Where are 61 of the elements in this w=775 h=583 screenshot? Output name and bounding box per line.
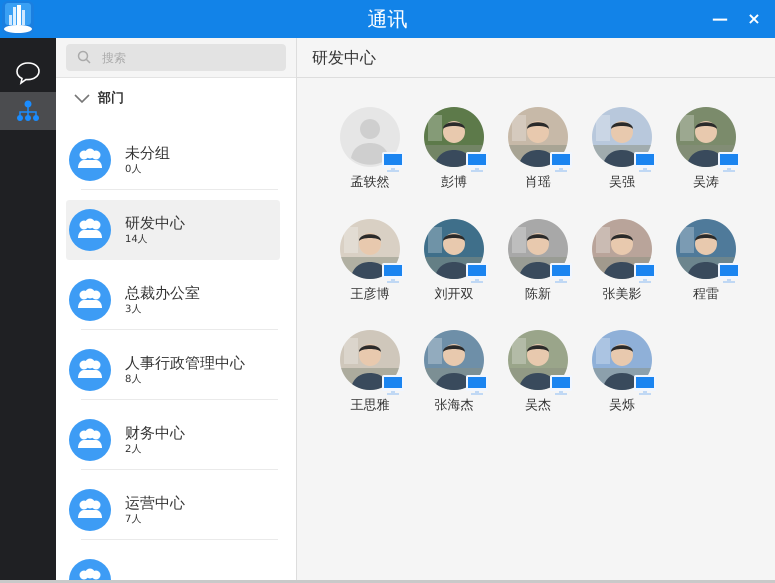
close-button[interactable]: × [737, 7, 771, 31]
member-card[interactable]: 程雷 [664, 218, 748, 304]
member-card[interactable]: 肖瑶 [496, 107, 580, 192]
member-name: 吴强 [609, 174, 635, 192]
member-name: 张美影 [602, 286, 642, 304]
member-card[interactable]: 王思雅 [328, 330, 412, 416]
org-chart-icon [16, 100, 40, 122]
member-name: 孟轶然 [350, 174, 390, 192]
member-card[interactable]: 陈新 [496, 218, 580, 304]
member-card[interactable]: 吴涛 [664, 107, 748, 192]
panel-title: 研发中心 [297, 38, 775, 78]
avatar-icon [340, 107, 400, 167]
member-name: 张海杰 [434, 397, 474, 415]
department-item[interactable]: 研发中心 14人 [66, 200, 280, 260]
member-count: 0人 [125, 162, 142, 176]
department-item[interactable]: 未分组 0人 [66, 130, 280, 190]
member-count: 7人 [125, 512, 142, 526]
department-item[interactable]: 人事行政管理中心 8人 [66, 340, 280, 400]
member-name: 彭博 [441, 174, 467, 192]
member-name: 吴涛 [693, 174, 719, 192]
member-card[interactable]: 刘开双 [412, 218, 496, 304]
member-name: 王思雅 [350, 397, 390, 415]
department-item[interactable]: 财务中心 2人 [66, 410, 280, 470]
group-icon [69, 209, 111, 251]
member-name: 吴烁 [609, 397, 635, 415]
member-card[interactable]: 彭博 [412, 107, 496, 192]
member-name: 程雷 [693, 286, 719, 304]
member-count: 3人 [125, 302, 142, 316]
group-icon [69, 349, 111, 391]
department-name: 运营中心 [125, 494, 185, 512]
member-count: 8人 [125, 372, 142, 386]
department-name: 未分组 [125, 144, 170, 162]
search-field[interactable]: 搜索 [66, 44, 286, 71]
chevron-icon [74, 94, 90, 104]
member-card[interactable]: 吴烁 [580, 330, 664, 416]
member-name: 肖瑶 [525, 174, 551, 192]
member-card[interactable]: 张美影 [580, 218, 664, 304]
member-count: 14人 [125, 232, 149, 246]
member-card[interactable]: 吴杰 [496, 330, 580, 416]
group-icon [69, 489, 111, 531]
chat-icon [15, 61, 41, 85]
member-card[interactable]: 吴强 [580, 107, 664, 192]
member-card[interactable]: 张海杰 [412, 330, 496, 416]
department-name: 总裁办公室 [125, 284, 200, 302]
member-card[interactable]: 王彦博 [328, 218, 412, 304]
department-item[interactable]: 总裁办公室 3人 [66, 270, 280, 330]
group-icon [69, 139, 111, 181]
department-name: 人事行政管理中心 [125, 354, 245, 372]
member-name: 王彦博 [350, 286, 390, 304]
department-name: 财务中心 [125, 424, 185, 442]
group-icon [69, 419, 111, 461]
department-item[interactable]: 运营中心 7人 [66, 480, 280, 540]
member-count: 2人 [125, 442, 142, 456]
minimize-button[interactable]: — [703, 7, 737, 31]
member-card[interactable]: 孟轶然 [328, 107, 412, 192]
member-name: 陈新 [525, 286, 551, 304]
member-name: 刘开双 [434, 286, 474, 304]
department-name: 研发中心 [125, 214, 185, 232]
window-title: 通讯 [368, 6, 408, 33]
member-name: 吴杰 [525, 397, 551, 415]
group-icon [69, 279, 111, 321]
